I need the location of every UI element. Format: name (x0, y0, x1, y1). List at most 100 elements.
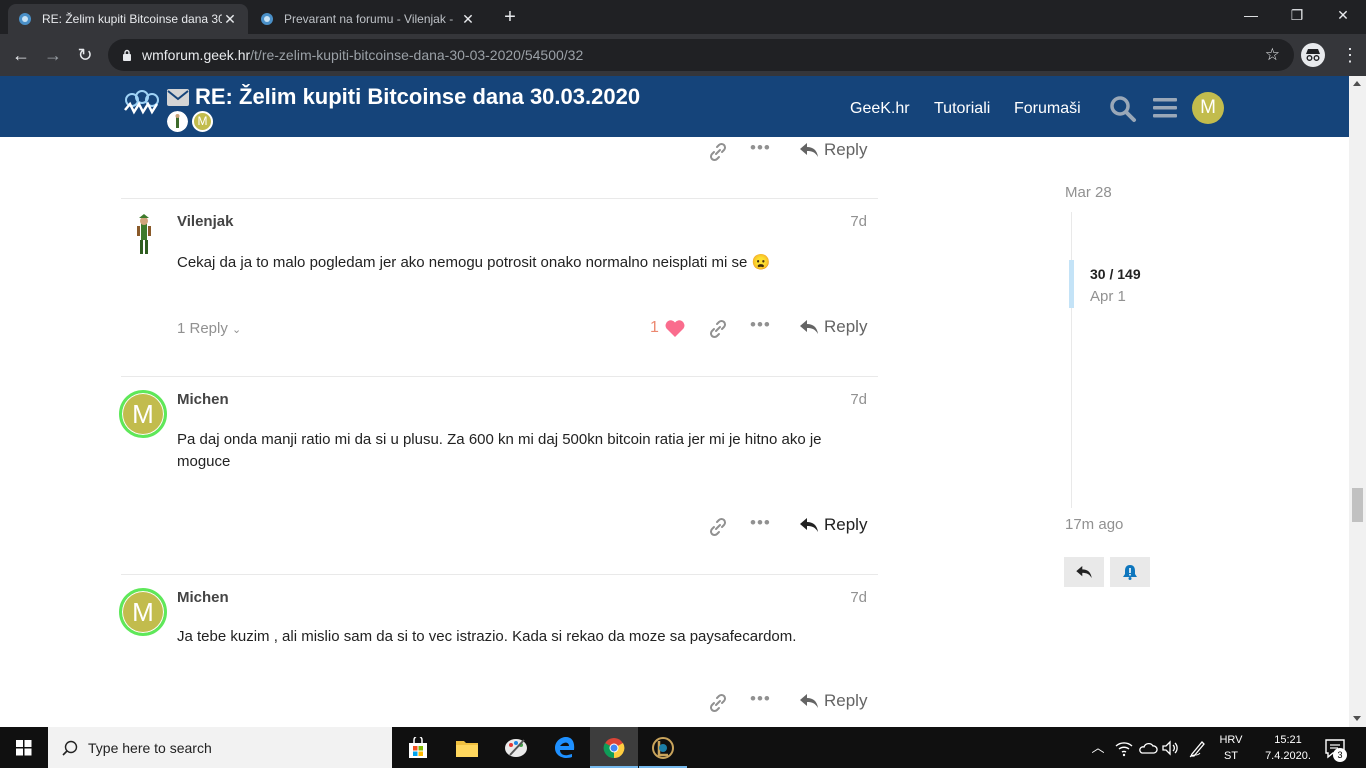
link-icon[interactable] (708, 142, 728, 162)
show-replies-button[interactable]: 1 Reply ⌄ (177, 320, 241, 337)
volume-speaker-icon[interactable] (1160, 738, 1180, 758)
link-icon[interactable] (708, 693, 728, 713)
link-icon[interactable] (708, 319, 728, 339)
microsoft-store-icon (409, 736, 427, 758)
windows-taskbar: Type here to search ︿ HRV ST 15:21 7.4.2… (0, 727, 1366, 768)
scroll-up-arrow-icon[interactable] (1353, 81, 1361, 86)
lock-icon (123, 49, 131, 61)
hamburger-menu-icon[interactable] (1152, 96, 1178, 120)
reply-button[interactable]: Reply (800, 691, 867, 711)
nav-link-geek[interactable]: GeeK.hr (850, 100, 910, 118)
pen-workspace-icon[interactable] (1188, 738, 1208, 758)
reply-button[interactable]: Reply (800, 317, 867, 337)
post-username[interactable]: Vilenjak (177, 213, 233, 230)
clock-time: 15:21 (1274, 734, 1302, 746)
taskbar-chrome-app[interactable] (590, 727, 638, 768)
new-tab-button[interactable]: + (498, 6, 522, 30)
taskbar-search-box[interactable]: Type here to search (48, 727, 392, 768)
url-host: wmforum.geek.hr (142, 47, 251, 63)
reply-label: Reply (824, 515, 868, 534)
network-wifi-icon[interactable] (1114, 738, 1134, 758)
avatar[interactable]: M (119, 588, 167, 636)
taskbar-league-client-app[interactable] (639, 727, 687, 768)
tab-active[interactable]: RE: Želim kupiti Bitcoinse dana 30 ✕ (8, 4, 248, 34)
back-button[interactable]: ← (8, 42, 34, 68)
forward-button[interactable]: → (40, 42, 66, 68)
participant-avatar-vilenjak[interactable] (167, 111, 188, 132)
more-options-icon[interactable]: ••• (750, 689, 771, 709)
chrome-icon (603, 737, 625, 758)
scrollbar-thumb[interactable] (1352, 488, 1363, 522)
reply-button[interactable]: Reply (800, 140, 867, 160)
page-content: RE: Želim kupiti Bitcoinse dana 30.03.20… (0, 76, 1349, 727)
site-header: RE: Želim kupiti Bitcoinse dana 30.03.20… (0, 76, 1349, 137)
nav-link-tutoriali[interactable]: Tutoriali (934, 100, 990, 118)
taskbar-store-app[interactable] (394, 727, 442, 768)
current-user-avatar[interactable]: M (1192, 92, 1224, 124)
avatar[interactable] (121, 214, 167, 260)
reply-arrow-icon (800, 518, 818, 532)
replies-count: 1 Reply (177, 320, 228, 337)
browser-menu-icon[interactable]: ⋮ (1340, 42, 1360, 68)
reply-arrow-icon (800, 143, 818, 157)
avatar[interactable]: M (119, 390, 167, 438)
site-logo[interactable] (122, 88, 160, 118)
like-button[interactable]: 1 (650, 319, 685, 337)
timeline-start-date[interactable]: Mar 28 (1065, 184, 1112, 201)
windows-start-icon[interactable] (0, 727, 48, 768)
address-bar[interactable]: wmforum.geek.hr/t/re-zelim-kupiti-bitcoi… (108, 39, 1294, 71)
post-date[interactable]: 7d (820, 391, 867, 408)
close-tab-icon[interactable]: ✕ (460, 11, 476, 28)
timeline-scroller-handle[interactable] (1069, 260, 1074, 308)
post-divider (121, 574, 878, 575)
post-actions: ••• Reply (700, 689, 880, 717)
participant-avatar-michen[interactable]: M (192, 111, 213, 132)
post-username[interactable]: Michen (177, 589, 229, 606)
like-count: 1 (650, 319, 659, 336)
search-icon[interactable] (1109, 95, 1137, 123)
reply-label: Reply (824, 317, 868, 336)
timeline-track[interactable] (1071, 212, 1072, 508)
link-icon[interactable] (708, 517, 728, 537)
reply-arrow-icon (1076, 566, 1092, 578)
reply-label: Reply (824, 140, 868, 159)
topic-title[interactable]: RE: Želim kupiti Bitcoinse dana 30.03.20… (167, 84, 640, 110)
reload-button[interactable]: ↻ (72, 42, 98, 68)
page-scrollbar[interactable] (1349, 76, 1366, 727)
lang-code: HRV (1219, 734, 1243, 746)
timeline-reply-button[interactable] (1064, 557, 1104, 587)
bell-icon (1123, 564, 1137, 580)
reply-button[interactable]: Reply (800, 515, 867, 535)
taskbar-edge-app[interactable] (541, 727, 589, 768)
incognito-icon[interactable] (1300, 42, 1326, 68)
onedrive-cloud-icon[interactable] (1138, 738, 1158, 758)
post-divider (121, 198, 878, 199)
frowning-emoji: 😦 (751, 254, 771, 271)
close-window-button[interactable]: ✕ (1320, 0, 1366, 32)
bookmark-star-icon[interactable]: ☆ (1265, 45, 1280, 65)
taskbar-paint-app[interactable] (492, 727, 540, 768)
timeline-last-activity[interactable]: 17m ago (1065, 516, 1123, 533)
minimize-button[interactable]: — (1228, 0, 1274, 32)
edge-icon (555, 736, 575, 758)
taskbar-file-explorer-app[interactable] (443, 727, 491, 768)
close-tab-icon[interactable]: ✕ (222, 11, 238, 28)
nav-link-forumasi[interactable]: Forumaši (1014, 100, 1081, 118)
post-date[interactable]: 7d (820, 213, 867, 230)
post-actions: ••• Reply (700, 315, 880, 343)
show-hidden-icons-chevron-icon[interactable]: ︿ (1088, 738, 1108, 758)
more-options-icon[interactable]: ••• (750, 138, 771, 158)
more-options-icon[interactable]: ••• (750, 315, 771, 335)
post-date[interactable]: 7d (820, 589, 867, 606)
input-language-indicator[interactable]: HRV ST (1214, 732, 1248, 764)
forum-favicon-icon (19, 13, 31, 25)
scroll-down-arrow-icon[interactable] (1353, 716, 1361, 721)
tab-inactive[interactable]: Prevarant na forumu - Vilenjak - ✕ (250, 4, 486, 34)
forum-favicon-icon (261, 13, 273, 25)
url-path: /t/re-zelim-kupiti-bitcoinse-dana-30-03-… (250, 47, 584, 63)
more-options-icon[interactable]: ••• (750, 513, 771, 533)
system-clock[interactable]: 15:21 7.4.2020. (1254, 732, 1322, 764)
post-username[interactable]: Michen (177, 391, 229, 408)
restore-button[interactable]: ❐ (1274, 0, 1320, 32)
notification-level-button[interactable] (1110, 557, 1150, 587)
